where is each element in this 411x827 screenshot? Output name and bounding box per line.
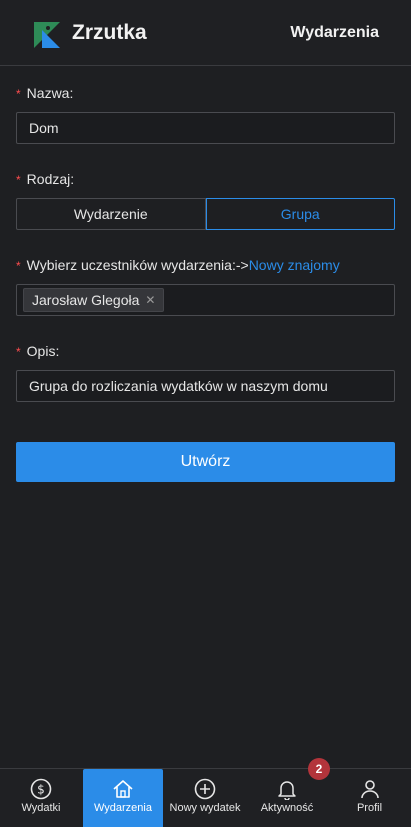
svg-text:$: $	[37, 783, 45, 797]
participants-label: * Wybierz uczestników wydarzenia:->Nowy z…	[16, 257, 340, 273]
type-option-event[interactable]: Wydarzenie	[16, 198, 206, 230]
bell-icon	[278, 781, 296, 800]
required-marker: *	[16, 345, 21, 359]
type-option-group[interactable]: Grupa	[205, 198, 395, 230]
nav-item-profile[interactable]: Profil	[328, 769, 411, 827]
nav-item-expenses[interactable]: $ Wydatki	[0, 769, 82, 827]
type-label: * Rodzaj:	[16, 171, 75, 187]
required-marker: *	[16, 87, 21, 101]
new-friend-link[interactable]: Nowy znajomy	[249, 257, 340, 273]
close-icon[interactable]: ✕	[145, 289, 155, 311]
description-textarea[interactable]: Grupa do rozliczania wydatków w naszym d…	[16, 370, 395, 402]
participant-tag: Jarosław Glegoła ✕	[23, 288, 165, 312]
brand-name[interactable]: Zrzutka	[72, 21, 147, 45]
user-icon	[360, 780, 379, 799]
header-nav-events[interactable]: Wydarzenia	[290, 24, 379, 42]
nav-item-events[interactable]: Wydarzenia	[83, 769, 163, 827]
notification-badge: 2	[308, 758, 330, 780]
home-icon	[113, 780, 133, 798]
participants-select[interactable]: Jarosław Glegoła ✕	[16, 284, 395, 316]
required-marker: *	[16, 259, 21, 273]
required-marker: *	[16, 173, 21, 187]
name-label: * Nazwa:	[16, 85, 74, 101]
nav-item-new-expense[interactable]: Nowy wydatek	[164, 769, 246, 827]
type-selector: Wydarzenie Grupa	[16, 198, 395, 230]
app-header: Zrzutka Wydarzenia	[0, 0, 411, 66]
create-button[interactable]: Utwórz	[16, 442, 395, 482]
dollar-circle-icon: $	[30, 778, 52, 800]
plus-circle-icon	[194, 778, 216, 800]
bottom-nav: $ Wydatki Wydarzenia Nowy wydatek Aktywn…	[0, 768, 411, 827]
description-label: * Opis:	[16, 343, 60, 359]
name-input[interactable]: Dom	[16, 112, 395, 144]
zrzutka-logo-icon[interactable]	[32, 20, 62, 50]
